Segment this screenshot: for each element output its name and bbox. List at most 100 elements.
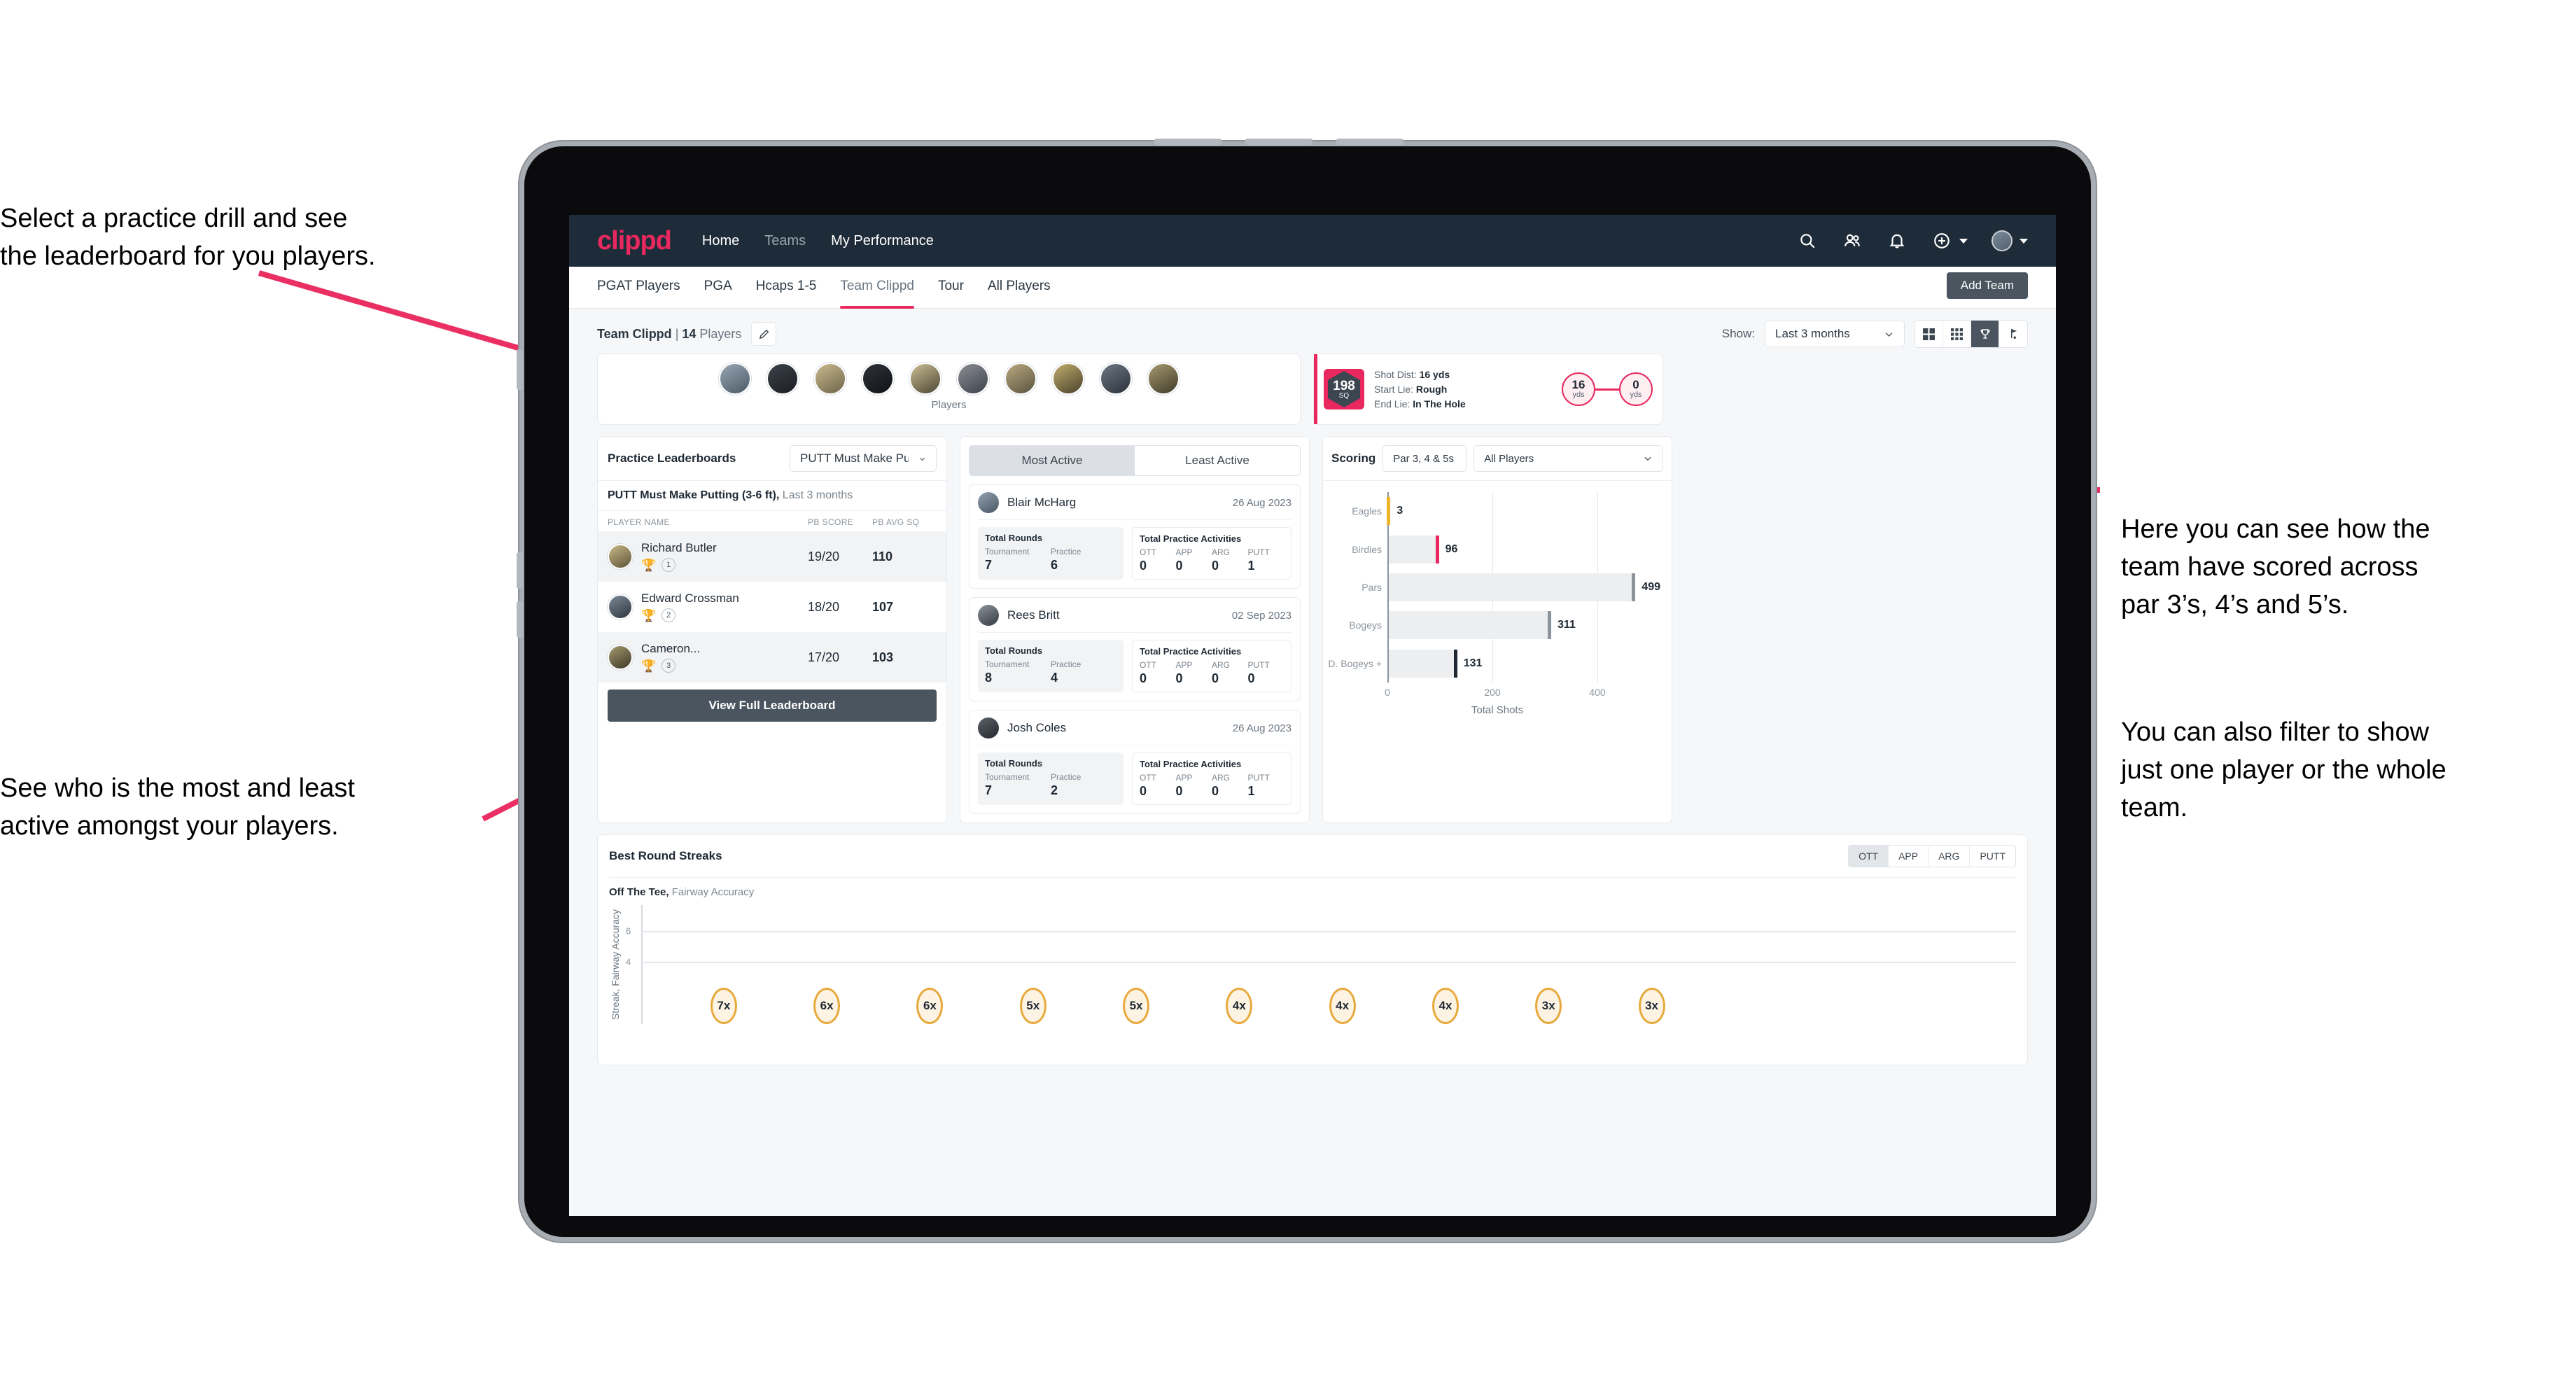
tab-putt[interactable]: PUTT — [1970, 846, 2015, 867]
drill-select[interactable]: PUTT Must Make Putting ... — [790, 445, 937, 472]
tab-pga[interactable]: PGA — [704, 279, 732, 297]
streak-point[interactable]: 4x — [1329, 988, 1356, 1024]
streak-value: 3x — [1535, 988, 1562, 1024]
tab-pgat-players[interactable]: PGAT Players — [597, 279, 680, 297]
bar-pars: Pars 499 — [1362, 573, 1660, 601]
player-filter-select[interactable]: All Players — [1474, 445, 1663, 472]
plus-circle-icon[interactable] — [1931, 230, 1952, 251]
player-avatar[interactable] — [909, 363, 941, 395]
activity-date: 26 Aug 2023 — [1232, 496, 1292, 509]
table-row[interactable]: Richard Butler 🏆 1 19/20 110 — [598, 531, 946, 582]
pb-score: 19/20 — [808, 549, 840, 564]
player-avatar[interactable] — [766, 363, 799, 395]
rank-badge: 🏆 3 — [641, 659, 700, 673]
player-avatar[interactable] — [1099, 363, 1132, 395]
device-button-top-3 — [1336, 139, 1404, 145]
start-lie-line: Start Lie: Rough — [1374, 383, 1448, 395]
par-select[interactable]: Par 3, 4 & 5s — [1382, 445, 1467, 472]
avatar — [978, 492, 999, 513]
add-team-button[interactable]: Add Team — [1946, 272, 2028, 299]
search-icon[interactable] — [1797, 230, 1818, 251]
pb-avg-sq: 103 — [872, 650, 894, 664]
streak-value: 5x — [1123, 988, 1150, 1024]
nav-my-performance[interactable]: My Performance — [831, 233, 934, 249]
pb-score: 17/20 — [808, 650, 840, 664]
bar-label: D. Bogeys + — [1328, 657, 1382, 669]
streak-point[interactable]: 5x — [1019, 988, 1046, 1024]
show-period-select[interactable]: Last 3 months — [1765, 321, 1905, 347]
device-button-top-2 — [1245, 139, 1312, 145]
people-icon[interactable] — [1842, 230, 1863, 251]
add-menu[interactable] — [1931, 230, 1968, 251]
shot-yardage-visual: 16 yds 0 yds — [1562, 372, 1653, 406]
view-flag-icon[interactable] — [1999, 321, 2027, 347]
nav-teams[interactable]: Teams — [764, 233, 806, 249]
streak-point[interactable]: 4x — [1432, 988, 1459, 1024]
tab-team-clippd[interactable]: Team Clippd — [840, 279, 914, 309]
player-avatar[interactable] — [956, 363, 989, 395]
scoring-header: Scoring Par 3, 4 & 5s All Players — [1323, 437, 1672, 481]
clippd-logo[interactable]: clippd — [597, 226, 672, 256]
activity-segment-toggle: Most Active Least Active — [969, 445, 1301, 476]
activity-panel: Most Active Least Active Blair McHarg 26… — [960, 436, 1310, 823]
chevron-down-icon — [1644, 456, 1651, 461]
tab-tour[interactable]: Tour — [938, 279, 964, 297]
leaderboard-header: Practice Leaderboards PUTT Must Make Put… — [598, 437, 946, 481]
player-avatar[interactable] — [718, 363, 751, 395]
nav-home[interactable]: Home — [702, 233, 739, 249]
app-screen: clippd Home Teams My Performance PGAT Pl… — [569, 215, 2056, 1216]
tab-all-players[interactable]: All Players — [988, 279, 1051, 297]
profile-menu[interactable] — [1991, 230, 2028, 251]
player-avatar[interactable] — [813, 363, 846, 395]
view-full-leaderboard-button[interactable]: View Full Leaderboard — [608, 690, 937, 722]
show-filter-group: Show: Last 3 months — [1722, 320, 2028, 348]
annotation-right-bottom: You can also filter to show just one pla… — [2121, 718, 2446, 822]
tab-app[interactable]: APP — [1889, 846, 1929, 867]
avatar[interactable] — [1991, 230, 2012, 251]
avatar — [608, 645, 633, 670]
topnav-actions — [1797, 230, 2028, 251]
streak-point[interactable]: 6x — [916, 988, 944, 1024]
streak-point[interactable]: 3x — [1638, 988, 1665, 1024]
player-avatar[interactable] — [1004, 363, 1037, 395]
table-row[interactable]: Cameron... 🏆 3 17/20 103 — [598, 632, 946, 682]
player-avatar[interactable] — [861, 363, 894, 395]
tab-hcaps-1-5[interactable]: Hcaps 1-5 — [756, 279, 817, 297]
player-avatar[interactable] — [1147, 363, 1180, 395]
edit-team-button[interactable] — [751, 322, 777, 346]
view-trophy-icon[interactable] — [1971, 321, 1999, 347]
scoring-panel: Scoring Par 3, 4 & 5s All Players Eagles… — [1322, 436, 1672, 823]
show-label: Show: — [1721, 327, 1755, 340]
rank-number: 2 — [662, 608, 676, 622]
tab-arg[interactable]: ARG — [1928, 846, 1970, 867]
middle-panels-row: Practice Leaderboards PUTT Must Make Put… — [584, 425, 2040, 823]
leaderboard-column-headers: PLAYER NAME PB SCORE PB AVG SQ — [598, 511, 946, 531]
top-navbar: clippd Home Teams My Performance — [569, 215, 2056, 267]
player-avatar-row — [598, 354, 1300, 395]
table-row[interactable]: Edward Crossman 🏆 2 18/20 107 — [598, 582, 946, 632]
streak-point[interactable]: 7x — [710, 988, 737, 1024]
tab-most-active[interactable]: Most Active — [969, 446, 1135, 475]
list-item[interactable]: Josh Coles 26 Aug 2023 Total Rounds Tour… — [969, 710, 1301, 814]
bar-value: 96 — [1445, 542, 1458, 555]
chevron-down-icon — [919, 457, 925, 461]
view-grid-small-icon[interactable] — [1943, 321, 1971, 347]
tab-ott[interactable]: OTT — [1849, 846, 1889, 867]
bell-icon[interactable] — [1886, 230, 1907, 251]
avatar — [978, 718, 999, 738]
list-item[interactable]: Rees Britt 02 Sep 2023 Total Rounds Tour… — [969, 597, 1301, 701]
streak-point[interactable]: 3x — [1535, 988, 1562, 1024]
annotation-right-top: Here you can see how the team have score… — [2121, 514, 2430, 620]
tab-least-active[interactable]: Least Active — [1135, 446, 1300, 475]
view-grid-large-icon[interactable] — [1915, 321, 1943, 347]
pencil-icon — [759, 329, 769, 339]
bar-double-bogeys-plus: D. Bogeys + 131 — [1328, 649, 1660, 678]
x-tick: 0 — [1385, 687, 1390, 698]
streak-point[interactable]: 6x — [813, 988, 841, 1024]
streak-point[interactable]: 4x — [1226, 988, 1253, 1024]
list-item[interactable]: Blair McHarg 26 Aug 2023 Total Rounds To… — [969, 484, 1301, 589]
player-avatar[interactable] — [1051, 363, 1084, 395]
avatar — [978, 605, 999, 626]
streak-point[interactable]: 5x — [1123, 988, 1150, 1024]
rank-number: 3 — [662, 659, 676, 673]
